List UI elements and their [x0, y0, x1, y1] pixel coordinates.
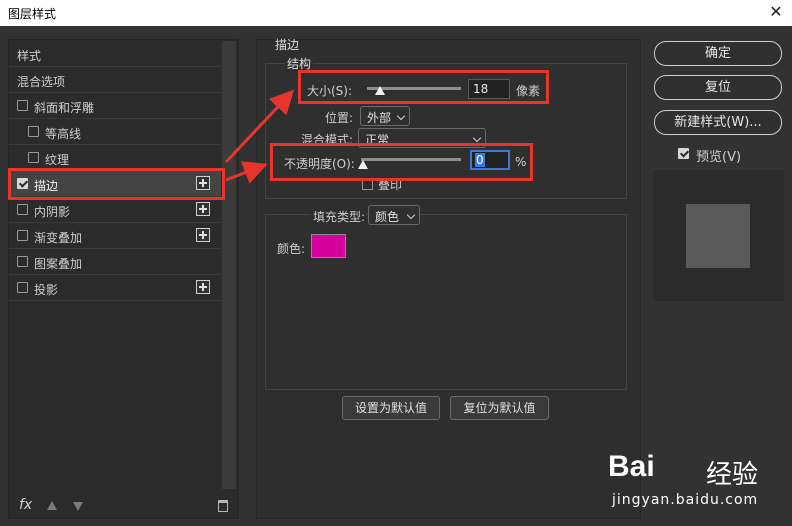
- close-icon[interactable]: ✕: [766, 2, 786, 22]
- move-up-icon[interactable]: [47, 501, 57, 510]
- annotation-box-opacity: [270, 143, 533, 181]
- move-down-icon[interactable]: [73, 502, 83, 511]
- reset-button[interactable]: 复位: [654, 75, 782, 100]
- fill-type-value: 颜色: [375, 210, 400, 224]
- new-style-button[interactable]: 新建样式(W)...: [654, 110, 782, 135]
- list-item-label: 内阴影: [34, 205, 71, 219]
- fill-type-label: 填充类型:: [311, 208, 368, 225]
- list-item-drop-shadow[interactable]: 投影: [9, 275, 221, 301]
- list-item-bevel-emboss[interactable]: 斜面和浮雕: [9, 93, 221, 119]
- fill-type-dropdown[interactable]: 颜色: [368, 205, 420, 225]
- fx-icon[interactable]: fx: [19, 497, 32, 513]
- bevel-emboss-checkbox[interactable]: [17, 100, 28, 111]
- list-item-label: 渐变叠加: [34, 231, 83, 245]
- baidu-watermark: Bai 经验 jingyan.baidu.com: [608, 442, 788, 522]
- list-item-contour[interactable]: 等高线: [9, 119, 221, 145]
- list-item-label: 图案叠加: [34, 257, 83, 271]
- watermark-brand: Bai: [608, 450, 655, 483]
- list-item-label: 投影: [34, 283, 59, 297]
- chevron-down-icon: [396, 111, 406, 121]
- list-item-label: 斜面和浮雕: [34, 101, 95, 115]
- pattern-overlay-checkbox[interactable]: [17, 256, 28, 267]
- list-item-label: 样式: [17, 49, 42, 63]
- reset-default-button[interactable]: 复位为默认值: [450, 396, 549, 420]
- styles-list-scrollbar[interactable]: [222, 41, 236, 489]
- drop-shadow-checkbox[interactable]: [17, 282, 28, 293]
- list-item-pattern-overlay[interactable]: 图案叠加: [9, 249, 221, 275]
- watermark-url: jingyan.baidu.com: [612, 492, 759, 508]
- annotation-box-stroke-item: [8, 168, 225, 200]
- trash-icon[interactable]: [218, 500, 228, 512]
- add-gradient-overlay-icon[interactable]: [196, 228, 210, 242]
- list-item-blending-options[interactable]: 混合选项: [9, 67, 221, 93]
- gradient-overlay-checkbox[interactable]: [17, 230, 28, 241]
- list-item-label: 混合选项: [17, 75, 66, 89]
- chevron-down-icon: [472, 133, 482, 143]
- ok-button[interactable]: 确定: [654, 41, 782, 66]
- section-title: 描边: [275, 38, 300, 52]
- styles-list-footer: fx: [9, 495, 235, 519]
- set-default-button[interactable]: 设置为默认值: [342, 396, 440, 420]
- chevron-down-icon: [406, 210, 416, 220]
- watermark-brand-suffix: 经验: [706, 460, 759, 490]
- texture-checkbox[interactable]: [28, 152, 39, 163]
- add-inner-shadow-icon[interactable]: [196, 202, 210, 216]
- inner-shadow-checkbox[interactable]: [17, 204, 28, 215]
- stroke-color-swatch[interactable]: [311, 234, 346, 258]
- annotation-box-size: [298, 70, 549, 104]
- list-item-label: 等高线: [45, 127, 82, 141]
- contour-checkbox[interactable]: [28, 126, 39, 137]
- list-item-label: 纹理: [45, 153, 70, 167]
- list-item-inner-shadow[interactable]: 内阴影: [9, 197, 221, 223]
- position-value: 外部: [367, 111, 392, 125]
- list-item-gradient-overlay[interactable]: 渐变叠加: [9, 223, 221, 249]
- list-item-styles[interactable]: 样式: [9, 41, 221, 67]
- preview-thumbnail: [686, 204, 750, 268]
- title-bar: 图层样式 ✕: [0, 0, 792, 26]
- preview-checkbox[interactable]: [678, 148, 689, 159]
- preview-label: 预览(V): [696, 150, 742, 165]
- add-drop-shadow-icon[interactable]: [196, 280, 210, 294]
- position-dropdown[interactable]: 外部: [360, 106, 410, 126]
- position-label: 位置:: [325, 111, 354, 125]
- color-label: 颜色:: [277, 242, 306, 256]
- window-title: 图层样式: [8, 7, 57, 21]
